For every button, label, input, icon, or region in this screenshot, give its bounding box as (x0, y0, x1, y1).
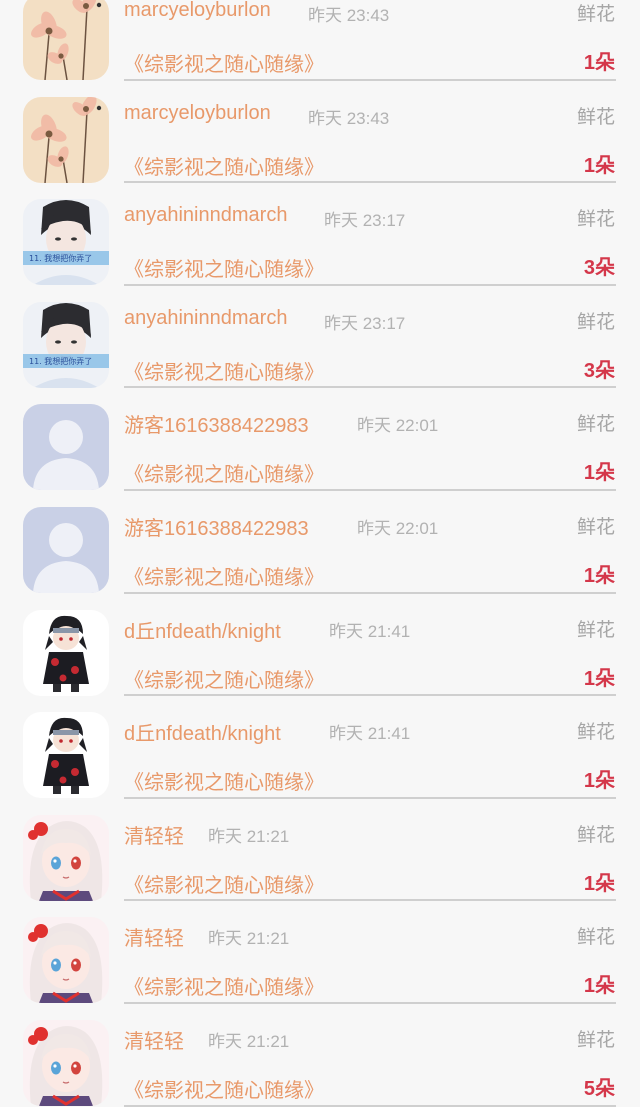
user-avatar[interactable] (23, 302, 109, 388)
timestamp: 昨天 21:21 (208, 1031, 290, 1051)
timestamp: 昨天 21:21 (208, 929, 290, 949)
user-name[interactable]: d丘nfdeath/knight (124, 717, 281, 746)
timestamp: 昨天 23:17 (324, 211, 406, 231)
user-name[interactable]: anyahininndmarch (124, 307, 287, 330)
timestamp: 昨天 22:01 (357, 518, 439, 538)
portrait-avatar-icon (23, 302, 109, 388)
gift-count: 1朵 (583, 462, 615, 485)
gift-count: 1朵 (583, 667, 615, 690)
user-name[interactable]: 清轻轻 (124, 1025, 184, 1054)
ninja-avatar-icon (23, 712, 109, 798)
gift-record-row[interactable]: marcyeloyburlon 昨天 23:43 鲜花《综影视之随心随缘》 1朵 (0, 0, 640, 81)
user-name[interactable]: 游客1616388422983 (124, 512, 309, 541)
gift-record-row[interactable]: anyahininndmarch 昨天 23:17 鲜花《综影视之随心随缘》 3朵 (0, 286, 640, 389)
work-title[interactable]: 《综影视之随心随缘》 (124, 356, 324, 385)
user-avatar[interactable] (23, 712, 109, 798)
work-title[interactable]: 《综影视之随心随缘》 (124, 971, 324, 1000)
user-name[interactable]: 清轻轻 (124, 820, 184, 849)
timestamp: 昨天 21:21 (208, 826, 290, 846)
gift-count: 1朵 (583, 770, 615, 793)
gift-count: 1朵 (583, 975, 615, 998)
gift-record-row[interactable]: d丘nfdeath/knight 昨天 21:41 鲜花《综影视之随心随缘》 1朵 (0, 696, 640, 799)
user-name[interactable]: 游客1616388422983 (124, 409, 309, 438)
timestamp: 昨天 22:01 (357, 416, 439, 436)
work-title[interactable]: 《综影视之随心随缘》 (124, 458, 324, 487)
work-title[interactable]: 《综影视之随心随缘》 (124, 869, 324, 898)
user-avatar[interactable] (23, 917, 109, 1003)
gift-type: 鲜花 (576, 619, 615, 641)
default-avatar-icon (23, 507, 109, 593)
gift-type: 鲜花 (576, 824, 615, 846)
timestamp: 昨天 23:17 (324, 313, 406, 333)
user-name[interactable]: marcyeloyburlon (124, 0, 271, 22)
gift-count: 1朵 (583, 564, 615, 587)
work-title[interactable]: 《综影视之随心随缘》 (124, 561, 324, 590)
gift-type: 鲜花 (576, 1029, 615, 1051)
timestamp: 昨天 21:41 (329, 724, 411, 744)
work-title[interactable]: 《综影视之随心随缘》 (124, 151, 324, 180)
user-name[interactable]: marcyeloyburlon (124, 102, 271, 125)
gift-count: 1朵 (583, 154, 615, 177)
user-avatar[interactable] (23, 404, 109, 490)
timestamp: 昨天 23:43 (308, 108, 390, 128)
gift-type: 鲜花 (576, 106, 615, 128)
anime-girl-avatar-icon (23, 917, 109, 1003)
user-name[interactable]: d丘nfdeath/knight (124, 615, 281, 644)
user-avatar[interactable] (23, 610, 109, 696)
ninja-avatar-icon (23, 610, 109, 696)
user-avatar[interactable] (23, 97, 109, 183)
gift-type: 鲜花 (576, 722, 615, 744)
gift-record-row[interactable]: 游客1616388422983 昨天 22:01 鲜花《综影视之随心随缘》 1朵 (0, 388, 640, 491)
portrait-avatar-icon (23, 199, 109, 285)
gift-record-row[interactable]: 清轻轻 昨天 21:21 鲜花《综影视之随心随缘》 1朵 (0, 901, 640, 1004)
work-title[interactable]: 《综影视之随心随缘》 (124, 253, 324, 282)
gift-count: 1朵 (583, 52, 615, 74)
gift-count: 3朵 (583, 359, 615, 382)
gift-record-row[interactable]: marcyeloyburlon 昨天 23:43 鲜花《综影视之随心随缘》 1朵 (0, 81, 640, 184)
gift-count: 1朵 (583, 872, 615, 895)
work-title[interactable]: 《综影视之随心随缘》 (124, 664, 324, 693)
user-name[interactable]: anyahininndmarch (124, 204, 287, 227)
anime-girl-avatar-icon (23, 815, 109, 901)
user-avatar[interactable] (23, 0, 109, 80)
gift-type: 鲜花 (576, 209, 615, 231)
flower-avatar-icon (23, 0, 109, 80)
gift-record-row[interactable]: 清轻轻 昨天 21:21 鲜花 《综影视之随心随缘》 5朵 (0, 1004, 640, 1107)
default-avatar-icon (23, 404, 109, 490)
anime-girl-avatar-icon (23, 1020, 109, 1106)
gift-type: 鲜花 (576, 311, 615, 333)
timestamp: 昨天 23:43 (308, 6, 390, 25)
user-avatar[interactable] (23, 199, 109, 285)
gift-type: 鲜花 (576, 516, 615, 538)
user-name[interactable]: 清轻轻 (124, 922, 184, 951)
gift-record-row[interactable]: d丘nfdeath/knight 昨天 21:41 鲜花《综影视之随心随缘》 1朵 (0, 594, 640, 697)
gift-record-list: marcyeloyburlon 昨天 23:43 鲜花 《综影视之随心随缘》 1朵 mar… (0, 0, 640, 1107)
gift-record-row[interactable]: anyahininndmarch 昨天 23:17 鲜花《综影视之随心随缘》 3朵 (0, 183, 640, 286)
user-avatar[interactable] (23, 1020, 109, 1106)
work-title[interactable]: 《综影视之随心随缘》 (124, 1074, 324, 1103)
user-avatar[interactable] (23, 815, 109, 901)
gift-type: 鲜花 (576, 414, 615, 436)
user-avatar[interactable] (23, 507, 109, 593)
work-title[interactable]: 《综影视之随心随缘》 (124, 48, 324, 77)
timestamp: 昨天 21:41 (329, 621, 411, 641)
gift-record-row[interactable]: 清轻轻 昨天 21:21 鲜花《综影视之随心随缘》 1朵 (0, 799, 640, 902)
gift-count: 3朵 (583, 257, 615, 280)
gift-type: 鲜花 (576, 927, 615, 949)
gift-record-row[interactable]: 游客1616388422983 昨天 22:01 鲜花《综影视之随心随缘》 1朵 (0, 491, 640, 594)
flower-avatar-icon (23, 97, 109, 183)
gift-type: 鲜花 (576, 4, 615, 25)
row-divider (124, 1104, 616, 1107)
work-title[interactable]: 《综影视之随心随缘》 (124, 766, 324, 795)
